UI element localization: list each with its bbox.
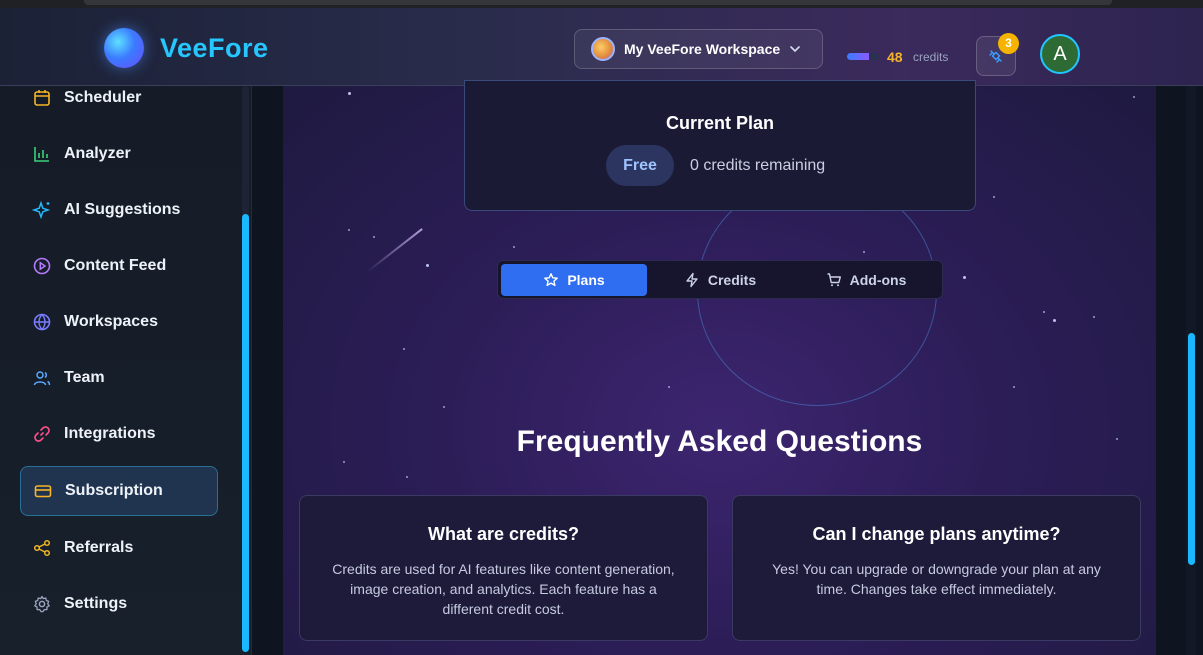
user-avatar[interactable]: A: [1040, 34, 1080, 74]
credits-count: 48: [887, 49, 903, 65]
faq-answer: Credits are used for AI features like co…: [332, 561, 675, 617]
users-icon: [33, 371, 51, 386]
sidebar-item-settings[interactable]: Settings: [20, 579, 218, 629]
star-dot: [426, 264, 429, 267]
star-dot: [443, 406, 445, 408]
star-dot: [863, 251, 865, 253]
star-dot: [373, 236, 375, 238]
tab-plans[interactable]: Plans: [501, 264, 647, 296]
gear-icon: [34, 595, 50, 613]
sidebar-item-subscription[interactable]: Subscription: [20, 466, 218, 516]
star-dot: [993, 196, 995, 198]
main-scrollbar-thumb[interactable]: [1188, 333, 1195, 565]
star-dot: [406, 476, 408, 478]
sidebar-item-label: Content Feed: [64, 257, 167, 274]
faq-card: Can I change plans anytime? Yes! You can…: [732, 495, 1141, 641]
current-plan-card: Current Plan Free 0 credits remaining: [464, 80, 976, 211]
chevron-down-icon: [790, 46, 800, 53]
star-dot: [1093, 316, 1095, 318]
credit-card-icon: [34, 485, 52, 498]
link-icon: [34, 426, 50, 442]
sidebar-item-label: Analyzer: [64, 145, 131, 162]
sidebar-item-label: Integrations: [64, 425, 156, 442]
sidebar-item-label: Workspaces: [64, 313, 158, 330]
star-dot: [1043, 311, 1045, 313]
star-dot: [348, 229, 350, 231]
sidebar-item-integrations[interactable]: Integrations: [20, 409, 218, 459]
credits-progress-bar: [847, 53, 879, 60]
credits-remaining-text: 0 credits remaining: [690, 157, 826, 174]
cart-icon: [827, 273, 841, 287]
sidebar-item-label: Team: [64, 369, 105, 386]
sidebar-item-team[interactable]: Team: [20, 353, 218, 403]
play-circle-icon: [33, 257, 51, 275]
sidebar-item-scheduler[interactable]: Scheduler: [20, 73, 218, 123]
star-dot: [343, 461, 345, 463]
sidebar: Scheduler Analyzer AI Suggestions Conten…: [0, 86, 252, 655]
sidebar-item-label: AI Suggestions: [64, 201, 181, 218]
calendar-icon: [34, 90, 50, 106]
star-dot: [513, 246, 515, 248]
faq-card: What are credits? Credits are used for A…: [299, 495, 708, 641]
notification-count-badge: 3: [998, 33, 1019, 54]
plan-tier-badge: Free: [606, 145, 674, 186]
sidebar-item-label: Scheduler: [64, 89, 142, 106]
subscription-tabs: Plans Credits Add-ons: [497, 260, 943, 299]
tab-credits[interactable]: Credits: [647, 264, 793, 296]
sidebar-item-analyzer[interactable]: Analyzer: [20, 129, 218, 179]
tab-add-ons[interactable]: Add-ons: [793, 264, 939, 296]
browser-address-bar[interactable]: [84, 0, 1112, 5]
faq-question: What are credits?: [427, 524, 580, 544]
workspace-label: My VeeFore Workspace: [624, 41, 781, 57]
sidebar-item-label: Subscription: [65, 482, 163, 499]
workspace-selector-button[interactable]: My VeeFore Workspace: [574, 29, 823, 69]
shooting-star: [366, 228, 423, 273]
globe-icon: [33, 313, 51, 331]
logo-orb-icon: [104, 28, 144, 68]
sparkles-icon: [32, 200, 51, 220]
browser-strip: [0, 0, 1203, 8]
star-dot: [1053, 319, 1056, 322]
lightning-icon: [686, 272, 698, 288]
faq-heading: Frequently Asked Questions: [516, 425, 923, 458]
sidebar-item-label: Settings: [64, 595, 128, 612]
star-dot: [1133, 96, 1135, 98]
faq-answer: Yes! You can upgrade or downgrade your p…: [772, 561, 1101, 597]
star-dot: [963, 276, 966, 279]
share-icon: [33, 539, 51, 557]
current-plan-title: Current Plan: [665, 113, 775, 133]
star-icon: [544, 273, 559, 287]
tab-label: Add-ons: [849, 272, 907, 288]
sidebar-scrollbar-thumb[interactable]: [242, 214, 249, 652]
sidebar-item-workspaces[interactable]: Workspaces: [20, 297, 218, 347]
tab-label: Credits: [707, 272, 757, 288]
sidebar-item-label: Referrals: [64, 539, 134, 556]
sidebar-item-content-feed[interactable]: Content Feed: [20, 241, 218, 291]
credits-label: credits: [913, 50, 949, 64]
app-logo-text[interactable]: VeeFore: [160, 33, 269, 64]
sidebar-item-referrals[interactable]: Referrals: [20, 523, 218, 573]
faq-question: Can I change plans anytime?: [812, 524, 1061, 544]
star-dot: [403, 348, 405, 350]
star-dot: [668, 386, 670, 388]
sidebar-item-ai-suggestions[interactable]: AI Suggestions: [20, 185, 218, 235]
star-dot: [1013, 386, 1015, 388]
star-dot: [348, 92, 351, 95]
workspace-avatar-icon: [591, 37, 615, 61]
credits-progress-fill: [847, 53, 870, 60]
tab-label: Plans: [567, 272, 605, 288]
bar-chart-icon: [34, 147, 49, 162]
